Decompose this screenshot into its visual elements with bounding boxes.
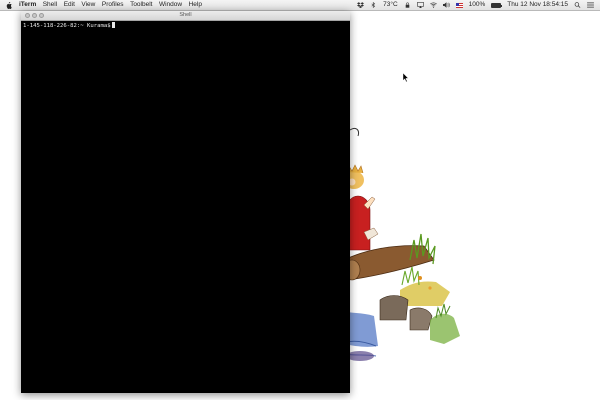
menu-app-name[interactable]: iTerm [19,0,36,10]
temperature-readout[interactable]: 73°C [383,0,398,10]
wifi-icon[interactable] [429,2,437,8]
us-flag-icon[interactable] [455,2,463,8]
menu-toolbelt[interactable]: Toolbelt [130,0,152,10]
bluetooth-icon[interactable] [370,2,377,8]
battery-percent[interactable]: 100% [469,0,486,10]
lock-icon[interactable] [404,2,411,8]
clock[interactable]: Thu 12 Nov 18:54:15 [507,0,568,10]
text-cursor [111,22,115,28]
battery-fill [492,3,501,7]
menu-edit[interactable]: Edit [64,0,75,10]
search-icon[interactable] [574,2,581,8]
menu-shell[interactable]: Shell [43,0,57,10]
menu-window[interactable]: Window [159,0,182,10]
menu-view[interactable]: View [81,0,95,10]
airplay-icon[interactable] [416,2,424,8]
apple-icon[interactable] [6,1,12,9]
window-titlebar[interactable]: Shell [21,11,350,21]
desktop-wallpaper-illustration [340,127,460,361]
menu-profiles[interactable]: Profiles [102,0,124,10]
menu-bar: iTerm Shell Edit View Profiles Toolbelt … [0,0,600,11]
list-icon[interactable] [587,2,594,8]
mouse-pointer-icon [403,73,409,82]
battery-icon[interactable] [491,2,503,8]
volume-icon[interactable] [442,2,450,8]
menu-help[interactable]: Help [189,0,202,10]
terminal-prompt: 1-145-118-226-82:~ Kurama$ [23,23,111,29]
window-title: Shell [179,12,192,18]
dropbox-icon[interactable] [357,2,365,8]
terminal-window[interactable]: Shell 1-145-118-226-82:~ Kurama$ [21,11,350,393]
terminal-output-area[interactable]: 1-145-118-226-82:~ Kurama$ [23,22,348,391]
